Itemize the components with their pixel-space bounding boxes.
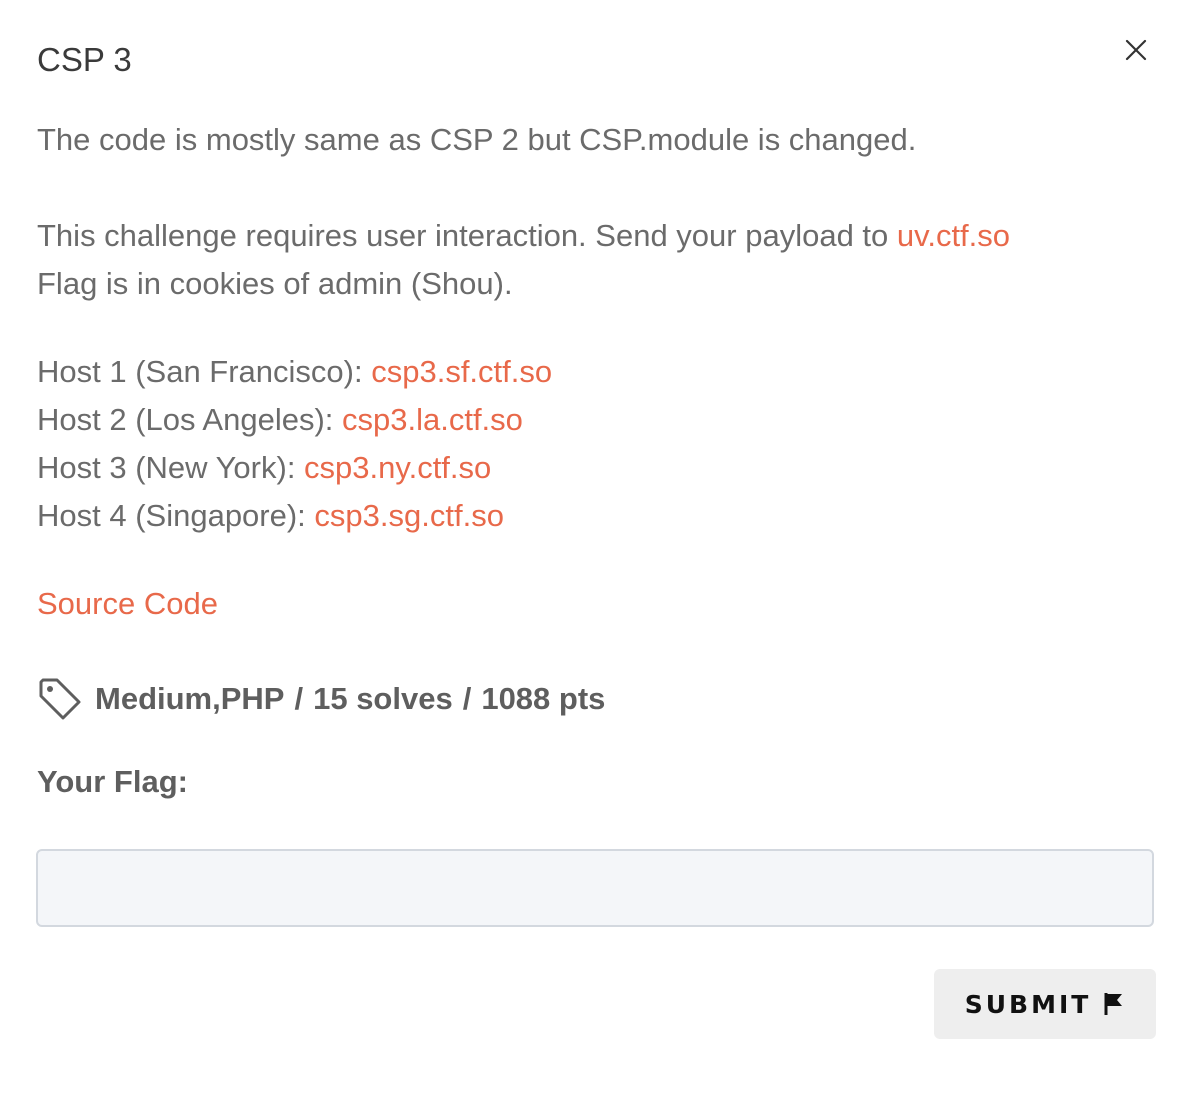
challenge-description: The code is mostly same as CSP 2 but CSP…: [37, 116, 1147, 628]
host-line: Host 1 (San Francisco): csp3.sf.ctf.so: [37, 348, 1147, 396]
meta-separator: /: [294, 681, 304, 716]
payload-link[interactable]: uv.ctf.so: [897, 218, 1010, 253]
source-code-link[interactable]: Source Code: [37, 586, 218, 621]
host-link-la[interactable]: csp3.la.ctf.so: [342, 402, 523, 437]
source-code-paragraph: Source Code: [37, 580, 1147, 628]
modal-title: CSP 3: [37, 41, 132, 78]
host-line: Host 2 (Los Angeles): csp3.la.ctf.so: [37, 396, 1147, 444]
flag-icon: [1104, 993, 1123, 1015]
flag-input[interactable]: [36, 849, 1154, 927]
host-link-sg[interactable]: csp3.sg.ctf.so: [314, 498, 504, 533]
tag-icon: [39, 678, 81, 720]
host-label: Host 1 (San Francisco):: [37, 354, 372, 389]
submit-button[interactable]: SUBMIT: [934, 969, 1156, 1039]
submit-label: SUBMIT: [964, 989, 1092, 1019]
description-line: The code is mostly same as CSP 2 but CSP…: [37, 122, 917, 157]
host-line: Host 4 (Singapore): csp3.sg.ctf.so: [37, 492, 1147, 540]
flag-location-text: Flag is in cookies of admin (Shou).: [37, 266, 513, 301]
challenge-meta: Medium,PHP / 15 solves / 1088 pts: [37, 674, 605, 724]
host-label: Host 2 (Los Angeles):: [37, 402, 342, 437]
close-button[interactable]: [1118, 32, 1154, 68]
host-link-sf[interactable]: csp3.sf.ctf.so: [371, 354, 552, 389]
flag-label: Your Flag:: [37, 764, 188, 799]
challenge-modal: CSP 3 The code is mostly same as CSP 2 b…: [0, 0, 1186, 1096]
interaction-paragraph: This challenge requires user interaction…: [37, 212, 1147, 260]
interaction-text: This challenge requires user interaction…: [37, 218, 897, 253]
host-line: Host 3 (New York): csp3.ny.ctf.so: [37, 444, 1147, 492]
solves-count: 15 solves: [313, 681, 453, 716]
host-label: Host 4 (Singapore):: [37, 498, 315, 533]
meta-separator: /: [462, 681, 472, 716]
points-value: 1088 pts: [481, 681, 606, 716]
close-icon: [1125, 39, 1147, 61]
host-label: Host 3 (New York):: [37, 450, 305, 485]
tags-text: Medium,PHP: [95, 681, 285, 716]
host-link-ny[interactable]: csp3.ny.ctf.so: [304, 450, 491, 485]
